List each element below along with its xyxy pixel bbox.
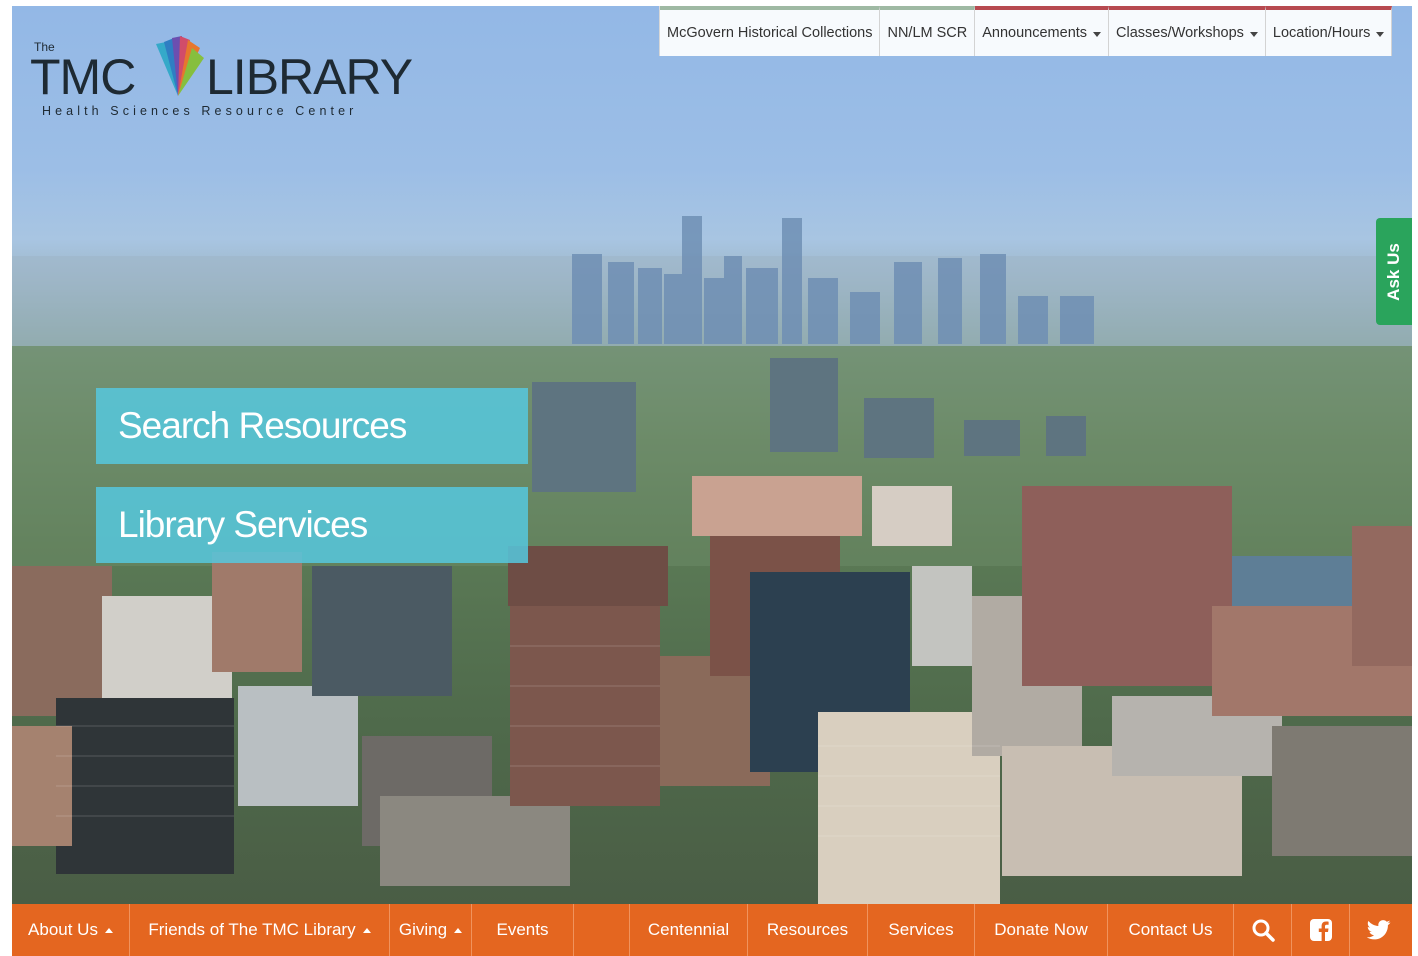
logo-tagline: Health Sciences Resource Center [42, 104, 358, 118]
nav-label: NN/LM SCR [887, 25, 968, 41]
nav-label: Giving [398, 920, 448, 939]
nav-classes-workshops[interactable]: Classes/Workshops [1109, 6, 1266, 56]
nav-label: McGovern Historical Collections [667, 25, 873, 41]
nav-donate-now[interactable]: Donate Now [975, 904, 1108, 956]
nav-announcements[interactable]: Announcements [975, 6, 1110, 56]
ask-us-tab[interactable]: Ask Us [1376, 218, 1412, 325]
caret-down-icon [1376, 31, 1385, 37]
nav-label: Classes/Workshops [1116, 25, 1244, 41]
nav-label: Announcements [982, 25, 1088, 41]
nav-giving[interactable]: Giving [390, 904, 472, 956]
caret-down-icon [1249, 31, 1258, 37]
logo-library-text: LIBRARY [206, 49, 413, 105]
facebook-icon [1309, 919, 1332, 941]
twitter-button[interactable] [1350, 904, 1408, 956]
search-resources-label: Search Resources [118, 405, 407, 446]
page: The TMC LIBRARY Health Sciences Resource… [12, 6, 1412, 956]
nav-friends-of-the-tmc-library[interactable]: Friends of The TMC Library [130, 904, 390, 956]
search-button[interactable] [1234, 904, 1292, 956]
facebook-button[interactable] [1292, 904, 1350, 956]
caret-down-icon [1093, 31, 1102, 37]
logo-feather-icon [156, 36, 204, 96]
caret-up-icon [362, 927, 371, 933]
nav-centennial[interactable]: Centennial [630, 904, 748, 956]
logo-tmc-text: TMC [30, 49, 136, 105]
nav-label: Location/Hours [1272, 25, 1371, 41]
twitter-icon [1367, 920, 1391, 940]
nav-label: Contact Us [1128, 920, 1213, 939]
nav-label: Events [496, 920, 549, 939]
nav-location-hours[interactable]: Location/Hours [1265, 6, 1393, 56]
nav-about-us[interactable]: About Us [12, 904, 130, 956]
nav-label: Services [888, 920, 954, 939]
library-services-button[interactable]: Library Services [96, 487, 528, 563]
nav-label: Centennial [647, 920, 730, 939]
library-services-label: Library Services [118, 504, 368, 545]
search-icon [1252, 919, 1275, 942]
nav-mcgovern-historical-collections[interactable]: McGovern Historical Collections [660, 6, 881, 56]
site-logo[interactable]: The TMC LIBRARY Health Sciences Resource… [30, 34, 420, 126]
nav-contact-us[interactable]: Contact Us [1108, 904, 1234, 956]
nav-label: Friends of The TMC Library [148, 920, 356, 939]
nav-blank[interactable] [574, 904, 630, 956]
search-resources-button[interactable]: Search Resources [96, 388, 528, 464]
nav-services[interactable]: Services [868, 904, 975, 956]
nav-resources[interactable]: Resources [748, 904, 868, 956]
main-nav: About Us Friends of The TMC Library Givi… [12, 904, 1412, 956]
nav-label: Resources [766, 920, 849, 939]
nav-label: Donate Now [994, 920, 1088, 939]
nav-events[interactable]: Events [472, 904, 574, 956]
nav-label: About Us [28, 920, 98, 939]
nav-nnlm-scr[interactable]: NN/LM SCR [880, 6, 976, 56]
caret-up-icon [454, 927, 463, 933]
utility-nav: McGovern Historical Collections NN/LM SC… [659, 6, 1393, 56]
caret-up-icon [104, 927, 113, 933]
ask-us-label: Ask Us [1384, 242, 1404, 301]
